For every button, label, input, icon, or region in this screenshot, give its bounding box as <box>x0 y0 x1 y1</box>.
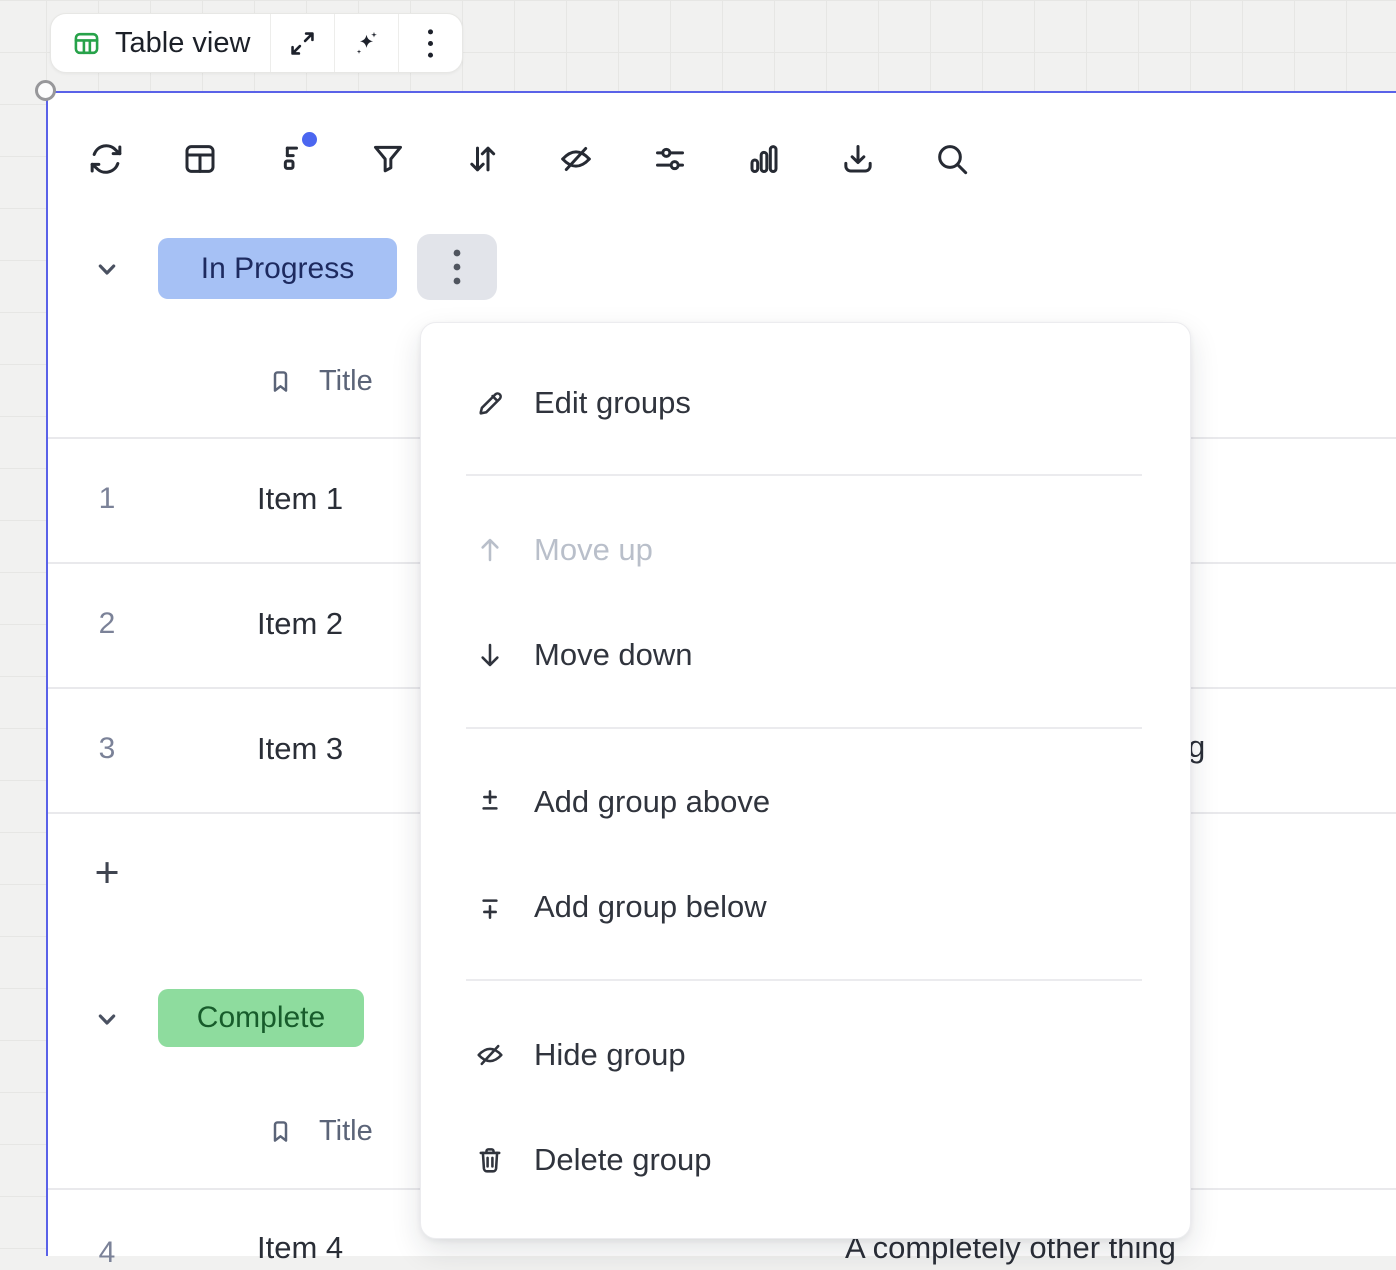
hide-fields-button[interactable] <box>556 139 596 179</box>
sparkles-icon <box>351 28 382 59</box>
sort-icon <box>462 139 502 179</box>
chart-button[interactable] <box>744 139 784 179</box>
search-button[interactable] <box>932 139 972 179</box>
expand-arrows-icon <box>287 28 318 59</box>
block-toolbar: Table view <box>50 13 463 73</box>
bookmark-icon <box>264 1115 297 1148</box>
expand-block-button[interactable] <box>270 14 334 72</box>
arrow-up-icon <box>473 533 507 567</box>
sort-button[interactable] <box>462 139 502 179</box>
menu-item-edit-groups[interactable]: Edit groups <box>421 379 1190 427</box>
menu-item-move-up[interactable]: Move up <box>421 526 1190 574</box>
table-grid-icon <box>71 28 102 59</box>
view-type-label: Table view <box>115 27 250 60</box>
menu-divider <box>466 979 1142 981</box>
menu-item-label: Hide group <box>534 1037 686 1073</box>
menu-item-label: Delete group <box>534 1142 712 1178</box>
column-header-title[interactable]: Title <box>264 1115 373 1148</box>
export-button[interactable] <box>838 139 878 179</box>
cell-item-2[interactable]: Item 2 <box>257 606 343 642</box>
eye-slash-icon <box>473 1038 507 1072</box>
menu-item-label: Add group below <box>534 889 767 925</box>
plus-over-line-icon <box>473 785 507 819</box>
group-options-menu: Edit groups Move up Move down Add group … <box>420 322 1191 1239</box>
ai-sparkles-button[interactable] <box>334 14 398 72</box>
group-badge-complete[interactable]: Complete <box>158 989 364 1047</box>
bookmark-icon <box>264 365 297 398</box>
arrow-down-icon <box>473 638 507 672</box>
menu-item-add-group-below[interactable]: Add group below <box>421 883 1190 931</box>
search-icon <box>932 139 972 179</box>
row-number[interactable]: 3 <box>85 732 129 766</box>
eye-slash-icon <box>556 139 596 179</box>
block-menu-button[interactable] <box>398 14 462 72</box>
menu-item-label: Edit groups <box>534 385 691 421</box>
sliders-icon <box>650 139 690 179</box>
row-number[interactable]: 2 <box>85 607 129 641</box>
add-row-button[interactable]: + <box>85 849 129 898</box>
menu-item-delete-group[interactable]: Delete group <box>421 1136 1190 1184</box>
menu-item-hide-group[interactable]: Hide group <box>421 1031 1190 1079</box>
menu-item-label: Move up <box>534 532 653 568</box>
menu-divider <box>466 727 1142 729</box>
block-resize-handle[interactable] <box>35 80 56 101</box>
row-number[interactable]: 4 <box>85 1236 129 1270</box>
kebab-menu-icon <box>415 28 446 59</box>
refresh-button[interactable] <box>86 139 126 179</box>
group-by-button[interactable] <box>274 139 314 179</box>
plus-under-line-icon <box>473 890 507 924</box>
table-toolbar <box>86 139 972 179</box>
cell-item-1[interactable]: Item 1 <box>257 481 343 517</box>
view-type-button[interactable]: Table view <box>51 14 270 72</box>
trash-icon <box>473 1143 507 1177</box>
layout-button[interactable] <box>180 139 220 179</box>
collapse-group-chevron[interactable] <box>91 1003 123 1035</box>
column-header-label: Title <box>319 1115 373 1148</box>
column-header-label: Title <box>319 365 373 398</box>
menu-item-add-group-above[interactable]: Add group above <box>421 778 1190 826</box>
refresh-icon <box>86 139 126 179</box>
chevron-down-icon <box>91 1003 123 1035</box>
group-options-button[interactable] <box>417 234 497 300</box>
customize-button[interactable] <box>650 139 690 179</box>
download-icon <box>838 139 878 179</box>
notification-dot <box>302 132 317 147</box>
bar-chart-icon <box>744 139 784 179</box>
filter-icon <box>368 139 408 179</box>
filter-button[interactable] <box>368 139 408 179</box>
pencil-icon <box>473 386 507 420</box>
row-number[interactable]: 1 <box>85 482 129 516</box>
chevron-down-icon <box>91 253 123 285</box>
layout-icon <box>180 139 220 179</box>
menu-divider <box>466 474 1142 476</box>
column-header-title[interactable]: Title <box>264 365 373 398</box>
menu-item-move-down[interactable]: Move down <box>421 631 1190 679</box>
collapse-group-chevron[interactable] <box>91 253 123 285</box>
cell-item-4[interactable]: Item 4 <box>257 1230 343 1266</box>
menu-item-label: Move down <box>534 637 693 673</box>
cell-item-3[interactable]: Item 3 <box>257 731 343 767</box>
group-badge-in-progress[interactable]: In Progress <box>158 238 397 299</box>
kebab-menu-icon <box>450 246 464 288</box>
menu-item-label: Add group above <box>534 784 770 820</box>
